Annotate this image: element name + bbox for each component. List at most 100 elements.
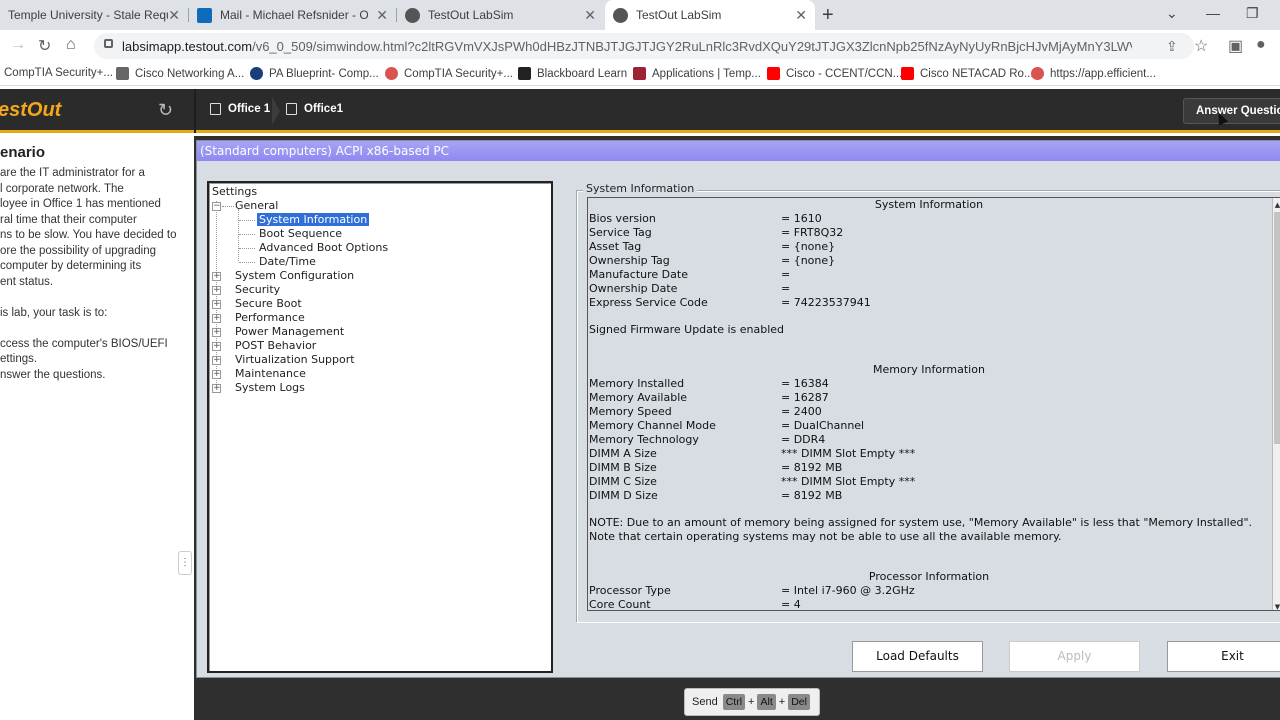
scroll-down-icon[interactable]: ▼ xyxy=(1273,600,1280,610)
info-key: Manufacture Date xyxy=(589,268,688,281)
refresh-icon[interactable]: ↻ xyxy=(158,100,173,121)
expand-icon[interactable]: + xyxy=(212,342,221,351)
bookmark-item[interactable]: Blackboard Learn xyxy=(518,67,627,80)
info-value: = Intel i7-960 @ 3.2GHz xyxy=(781,584,915,597)
share-icon[interactable]: ⇪ xyxy=(1166,38,1178,55)
info-value: = {none} xyxy=(781,254,836,267)
tree-item-advanced-boot-options[interactable]: Advanced Boot Options xyxy=(257,241,390,254)
browser-tab-strip: Temple University - Stale Request ✕ Mail… xyxy=(0,0,1280,30)
tree-item-system-configuration[interactable]: System Configuration xyxy=(235,269,354,282)
youtube-icon xyxy=(767,67,780,80)
youtube-icon xyxy=(901,67,914,80)
tree-item-power-management[interactable]: Power Management xyxy=(235,325,344,338)
tree-root-settings[interactable]: Settings xyxy=(212,185,257,198)
info-value: = 16287 xyxy=(781,391,829,404)
expand-icon[interactable]: + xyxy=(212,286,221,295)
info-value: = FRT8Q32 xyxy=(781,226,844,239)
bookmark-item[interactable]: Cisco - CCENT/CCN... xyxy=(767,67,902,80)
bookmark-item[interactable]: Cisco Networking A... xyxy=(116,67,244,80)
browser-tab-testout-active[interactable]: TestOut LabSim ✕ xyxy=(605,0,815,30)
browser-tab-outlook[interactable]: Mail - Michael Refsnider - Outlo ✕ xyxy=(189,0,396,30)
breadcrumb-office-room[interactable]: Office1 xyxy=(286,103,343,115)
panel-resize-handle[interactable]: ⋮ xyxy=(178,551,192,575)
home-icon[interactable]: ⌂ xyxy=(66,36,76,54)
url-text[interactable]: labsimapp.testout.com/v6_0_509/simwindow… xyxy=(122,39,1132,54)
tree-item-system-logs[interactable]: System Logs xyxy=(235,381,305,394)
forward-icon[interactable]: → xyxy=(10,36,26,54)
reload-icon[interactable]: ↻ xyxy=(38,36,51,56)
send-ctrl-alt-del-button[interactable]: Send Ctrl + Alt + Del xyxy=(684,688,820,716)
tree-item-virtualization-support[interactable]: Virtualization Support xyxy=(235,353,355,366)
tree-item-maintenance[interactable]: Maintenance xyxy=(235,367,306,380)
processor-info-rows: Processor Type = Intel i7-960 @ 3.2GHz Co… xyxy=(588,584,1280,610)
scenario-heading: enario xyxy=(0,144,46,161)
tree-item-date-time[interactable]: Date/Time xyxy=(257,255,318,268)
tree-item-performance[interactable]: Performance xyxy=(235,311,305,324)
tab-close-icon[interactable]: ✕ xyxy=(168,7,180,24)
bookmark-item[interactable]: PA Blueprint- Comp... xyxy=(250,67,379,80)
breadcrumb-office-building[interactable]: Office 1 xyxy=(210,103,270,115)
tab-search-chevron-icon[interactable]: ⌄ xyxy=(1166,5,1178,22)
collapse-icon[interactable]: − xyxy=(212,202,221,211)
minimize-icon[interactable]: — xyxy=(1206,5,1220,21)
info-row: Memory Channel Mode = DualChannel xyxy=(588,419,1280,433)
info-scrollbar[interactable]: ▲ ▼ xyxy=(1272,198,1280,610)
info-key: Memory Technology xyxy=(589,433,699,446)
tree-item-system-information[interactable]: System Information xyxy=(257,213,370,226)
tree-item-post-behavior[interactable]: POST Behavior xyxy=(235,339,316,352)
expand-icon[interactable]: + xyxy=(212,370,221,379)
profile-avatar-icon[interactable]: ● xyxy=(1256,36,1266,54)
room-icon xyxy=(286,103,297,115)
building-icon xyxy=(210,103,221,115)
tab-close-icon[interactable]: ✕ xyxy=(584,7,596,24)
info-key: DIMM D Size xyxy=(589,489,658,502)
scenario-panel: enario are the IT administrator for a l … xyxy=(0,136,194,720)
tree-item-general[interactable]: General xyxy=(235,199,278,212)
expand-icon[interactable]: + xyxy=(212,314,221,323)
info-key: Memory Channel Mode xyxy=(589,419,716,432)
bookmark-item[interactable]: CompTIA Security+... xyxy=(4,67,113,79)
browser-tab-temple[interactable]: Temple University - Stale Request ✕ xyxy=(0,0,188,30)
bookmark-star-icon[interactable]: ☆ xyxy=(1194,36,1208,56)
expand-icon[interactable]: + xyxy=(212,384,221,393)
expand-icon[interactable]: + xyxy=(212,300,221,309)
scrollbar-thumb[interactable] xyxy=(1274,212,1280,444)
tab-title: TestOut LabSim xyxy=(636,8,722,22)
expand-icon[interactable]: + xyxy=(212,328,221,337)
side-panel-icon[interactable]: ▣ xyxy=(1228,36,1243,56)
info-value: = {none} xyxy=(781,240,836,253)
bookmark-item[interactable]: Cisco NETACAD Ro... xyxy=(901,67,1034,80)
tab-title: Temple University - Stale Request xyxy=(8,8,168,22)
omnibox[interactable]: labsimapp.testout.com/v6_0_509/simwindow… xyxy=(94,33,1194,59)
info-key: Ownership Tag xyxy=(589,254,670,267)
answer-questions-button[interactable]: Answer Questions xyxy=(1183,98,1280,124)
tab-close-icon[interactable]: ✕ xyxy=(376,7,388,24)
info-key: Bios version xyxy=(589,212,656,225)
testout-header: estOut ↻ Office 1 Office1 Answer Questio… xyxy=(0,89,1280,133)
expand-icon[interactable]: + xyxy=(212,272,221,281)
exit-button[interactable]: Exit xyxy=(1167,641,1280,672)
tab-close-icon[interactable]: ✕ xyxy=(795,7,807,24)
system-info-textbox[interactable]: System Information Bios version = 1610 Se… xyxy=(587,197,1280,611)
restore-icon[interactable]: ❐ xyxy=(1246,5,1259,22)
scenario-paragraph: ccess the computer's BIOS/UEFI ettings. … xyxy=(0,337,168,381)
tree-item-secure-boot[interactable]: Secure Boot xyxy=(235,297,302,310)
tree-item-security[interactable]: Security xyxy=(235,283,280,296)
info-key: DIMM A Size xyxy=(589,447,657,460)
expand-icon[interactable]: + xyxy=(212,356,221,365)
load-defaults-button[interactable]: Load Defaults xyxy=(852,641,983,672)
bookmark-item[interactable]: Applications | Temp... xyxy=(633,67,761,80)
bookmark-item[interactable]: CompTIA Security+... xyxy=(385,67,513,80)
info-value: *** DIMM Slot Empty *** xyxy=(781,475,916,488)
new-tab-button[interactable]: + xyxy=(822,4,834,27)
bookmark-item[interactable]: https://app.efficient... xyxy=(1031,67,1156,80)
bookmark-label: Blackboard Learn xyxy=(537,67,628,80)
info-groupbox-legend: System Information xyxy=(583,182,698,195)
bookmark-label: https://app.efficient... xyxy=(1050,67,1156,80)
scroll-up-icon[interactable]: ▲ xyxy=(1273,198,1280,209)
browser-tab-testout-1[interactable]: TestOut LabSim ✕ xyxy=(397,0,604,30)
info-key: Memory Installed xyxy=(589,377,685,390)
tree-item-boot-sequence[interactable]: Boot Sequence xyxy=(257,227,344,240)
apply-button[interactable]: Apply xyxy=(1009,641,1140,672)
